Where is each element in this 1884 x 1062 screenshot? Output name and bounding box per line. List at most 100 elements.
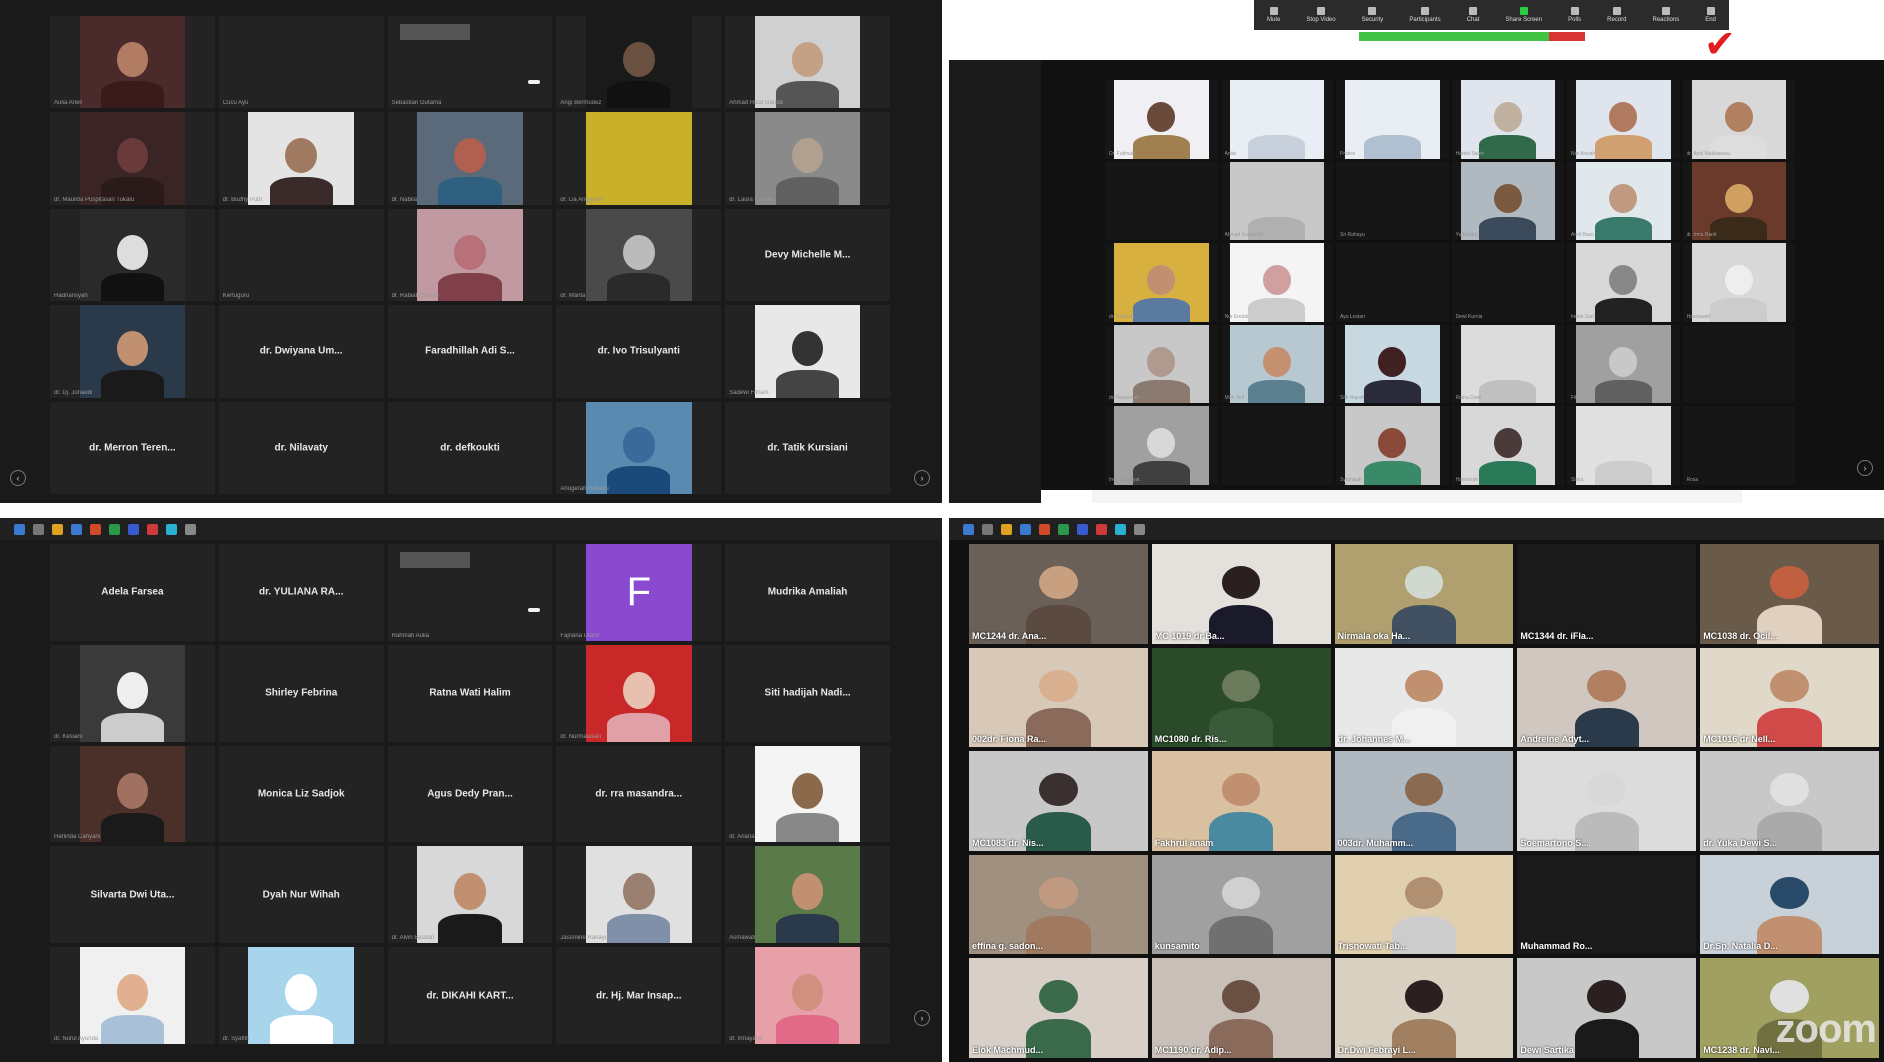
participant-video-tile[interactable]: Soemartono S... <box>1517 751 1697 851</box>
app-icon[interactable] <box>1077 523 1088 535</box>
participant-tile[interactable]: Hasnawati <box>1682 243 1795 322</box>
participant-video-tile[interactable]: kunsamito <box>1151 854 1331 955</box>
participant-tile[interactable] <box>1105 161 1218 241</box>
participant-tile[interactable]: Nur Aisyah <box>1567 80 1680 159</box>
participant-tile[interactable]: Pratiwi <box>1336 80 1449 159</box>
participant-tile[interactable]: Ratna Wati Halim <box>387 644 553 742</box>
participant-video-tile[interactable]: Dr.Dwi Febrayi L... <box>1334 958 1514 1058</box>
participant-tile[interactable]: dr. Nurul Ayunda <box>50 947 215 1044</box>
toolbar-chat-button[interactable]: Chat <box>1467 7 1479 23</box>
participant-tile[interactable]: Aulia Arieli <box>50 16 215 109</box>
participant-tile[interactable]: Dewi Kurnia <box>1451 243 1564 322</box>
toolbar-stop-video-button[interactable]: Stop Video <box>1306 7 1336 23</box>
participant-tile[interactable]: Silvarta Dwi Uta... <box>50 846 215 944</box>
participant-video-tile[interactable]: Fakhrul anam <box>1151 751 1331 851</box>
participant-tile[interactable]: dr. Merron Teren... <box>50 401 215 494</box>
participant-tile[interactable]: dr. Ivo Trisulyanti <box>556 305 722 398</box>
participant-tile[interactable]: Sebastian Gutama <box>387 16 553 109</box>
next-page-arrow-icon[interactable]: › <box>914 1010 930 1026</box>
participant-tile[interactable]: Ahmad Rizal Ganda <box>725 16 890 109</box>
participant-video-tile[interactable]: 003dr. Muhamm... <box>1334 751 1514 851</box>
participant-tile[interactable]: Devy Michelle M... <box>725 208 890 302</box>
invite-button[interactable] <box>527 80 540 84</box>
browser-icon[interactable] <box>1020 523 1031 535</box>
participant-video-tile[interactable]: Trisnowati Tab... <box>1334 854 1514 955</box>
participant-tile[interactable]: Sitti Hajrah <box>1336 324 1449 404</box>
participant-tile[interactable]: dr. Irma Ranti <box>1682 161 1795 241</box>
invite-button[interactable] <box>527 608 540 612</box>
participant-tile[interactable]: Sri Rahayu <box>1336 161 1449 241</box>
participant-video-tile[interactable]: Andreine Adyt... <box>1517 647 1697 748</box>
participant-tile[interactable]: Siti hadijah Nadi... <box>725 644 890 742</box>
participant-tile[interactable]: Asmawati <box>725 846 890 944</box>
participant-tile[interactable]: dr. Dj. Junaedi <box>50 305 215 398</box>
participant-video-tile[interactable]: MC1016 dr Nell... <box>1700 647 1879 748</box>
participant-tile[interactable]: dr. Nilavaty <box>218 401 384 494</box>
toolbar-share-screen-button[interactable]: Share Screen <box>1505 7 1542 23</box>
participant-tile[interactable]: Shirley Febrina <box>218 644 384 742</box>
app-icon[interactable] <box>1058 523 1069 535</box>
participant-video-tile[interactable]: MC 1019 dr Ba... <box>1151 544 1331 644</box>
participant-video-tile[interactable]: MC1083 dr. Nis... <box>969 751 1148 851</box>
participant-video-tile[interactable]: MC1244 dr. Ana... <box>969 544 1148 644</box>
app-icon[interactable] <box>185 523 196 535</box>
participant-tile[interactable]: dr. Kesiani <box>50 644 215 742</box>
participant-tile[interactable]: Irwan Hidayat <box>1105 406 1218 485</box>
app-icon[interactable] <box>1096 523 1107 535</box>
start-icon[interactable] <box>963 523 974 535</box>
participant-tile[interactable]: Kertuguru <box>218 208 384 302</box>
participant-tile[interactable]: Indah Sari <box>1567 243 1680 322</box>
participant-tile[interactable]: Sadewi Fitriani <box>725 305 890 398</box>
participant-tile[interactable]: Mudrika Amaliah <box>725 544 890 641</box>
participant-tile[interactable]: F Fajriana Utami <box>556 544 722 641</box>
participant-tile[interactable]: Fitriani <box>1567 324 1680 404</box>
participant-tile[interactable]: dr. Maulida Puspitasari Tukalu <box>50 112 215 205</box>
app-icon[interactable] <box>109 523 120 535</box>
toolbar-security-button[interactable]: Security <box>1362 7 1383 23</box>
participant-tile[interactable]: Dyah Nur Wihah <box>218 846 384 944</box>
participant-tile[interactable]: Hamsinah <box>1451 406 1564 485</box>
start-icon[interactable] <box>14 523 25 535</box>
folder-icon[interactable] <box>1001 523 1012 535</box>
participant-tile[interactable]: Monica Liz Sadjok <box>218 745 384 843</box>
participant-tile[interactable]: dr. Nurjannah <box>1105 324 1218 404</box>
toolbar-participants-button[interactable]: Participants <box>1409 7 1441 23</box>
participant-tile[interactable]: dr. YULIANA RA... <box>218 544 384 641</box>
prev-page-arrow-icon[interactable]: ‹ <box>10 470 26 486</box>
app-icon[interactable] <box>1039 523 1050 535</box>
participant-tile[interactable]: dr. rra masandra... <box>556 745 722 843</box>
participant-video-tile[interactable]: MC1344 dr. iFla... <box>1517 544 1697 644</box>
participant-video-tile[interactable]: Muhammad Ro... <box>1517 854 1697 955</box>
participant-tile[interactable]: Ratna Dewi <box>1451 324 1564 404</box>
participant-tile[interactable]: Hadriansyah <box>50 208 215 302</box>
participant-tile[interactable]: Hartini Saleh <box>1451 80 1564 159</box>
participant-tile[interactable]: Rosa <box>1682 406 1795 485</box>
participant-video-tile[interactable]: Nirmala oka Ha... <box>1334 544 1514 644</box>
app-icon[interactable] <box>1134 523 1145 535</box>
participant-tile[interactable]: dr. defkoukti <box>387 401 553 494</box>
participant-tile[interactable]: Ahmad Soebandi <box>1220 161 1333 241</box>
participant-video-tile[interactable]: Dewi Sartika <box>1517 958 1697 1058</box>
toolbar-reactions-button[interactable]: Reactions <box>1653 7 1679 23</box>
participant-video-tile[interactable]: effina g. sadon... <box>969 854 1148 955</box>
participant-tile[interactable]: Siska <box>1567 406 1680 485</box>
participant-tile[interactable]: Ayu Lestari <box>1336 243 1449 322</box>
participant-tile[interactable]: Agus Dedy Pran... <box>387 745 553 843</box>
participant-tile[interactable]: Andi Baso <box>1567 161 1680 241</box>
browser-icon[interactable] <box>71 523 82 535</box>
participant-tile[interactable]: dr. Nabila <box>387 112 553 205</box>
participant-tile[interactable]: Anita <box>1220 80 1333 159</box>
toolbar-polls-button[interactable]: Polls <box>1568 7 1581 23</box>
participant-video-tile[interactable]: MC1038 dr. Ocil... <box>1700 544 1879 644</box>
participant-tile[interactable]: Rahmah Aulia <box>387 544 553 641</box>
folder-icon[interactable] <box>52 523 63 535</box>
participant-tile[interactable]: dr. Dwiyana Um... <box>218 305 384 398</box>
participant-tile[interactable]: Anugerah Rahayu <box>556 401 722 494</box>
participant-video-tile[interactable]: dr. Yuka Dewi S... <box>1700 751 1879 851</box>
participant-tile[interactable]: dr. Alvin Bastian <box>387 846 553 944</box>
participant-tile[interactable]: dr. Nurmalasari <box>556 644 722 742</box>
participant-video-tile[interactable]: MC1190 dr. Adip... <box>1151 958 1331 1058</box>
zoom-app-icon[interactable] <box>166 523 177 535</box>
next-page-arrow-icon[interactable]: › <box>1857 460 1873 476</box>
participant-tile[interactable]: dr. Ariana <box>725 745 890 843</box>
